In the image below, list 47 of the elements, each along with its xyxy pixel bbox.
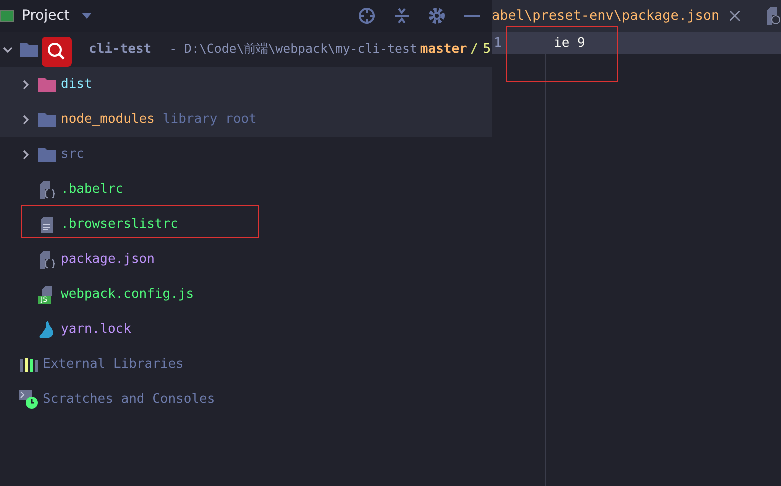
close-icon[interactable] [730,11,740,21]
tree-item-label: yarn.lock [61,322,132,337]
library-icon [20,358,38,372]
tree-item-label: dist [61,77,92,92]
chevron-icon[interactable] [3,44,13,54]
tree-row[interactable]: Scratches and Consoles [0,382,492,417]
project-path: - D:\Code\前端\webpack\my-cli-test [170,41,418,58]
tree-row[interactable]: dist [0,67,492,102]
panel-title[interactable]: Project [22,8,70,24]
tree-item-label: cli-test [89,42,152,57]
tree-item-label: External Libraries [43,357,184,372]
locate-icon[interactable] [358,7,376,25]
text-file-icon [41,216,53,232]
scratches-icon [19,390,39,410]
config-file-icon [39,180,55,198]
branch-separator: / [470,42,478,57]
config-file-icon[interactable] [766,7,780,25]
tree-row[interactable]: yarn.lock [0,312,492,347]
dropdown-caret-icon[interactable] [82,13,92,19]
tree-row[interactable]: External Libraries [0,347,492,382]
line-number: 1 [494,36,503,50]
tree-item-label: Scratches and Consoles [43,392,216,407]
branch-name: master [420,42,468,57]
minimize-icon[interactable] [464,14,480,18]
tree-row[interactable]: .babelrc [0,172,492,207]
chevron-icon[interactable] [21,80,31,90]
code-line: ie 9 [554,36,586,50]
collapse-icon[interactable] [394,7,410,25]
chevron-icon[interactable] [21,114,31,124]
tree-item-label: node_modules [61,112,155,127]
tree-row[interactable]: cli-test - D:\Code\前端\webpack\my-cli-test master / 5 [0,32,492,67]
chevron-icon[interactable] [21,150,31,160]
branch-count: 5 [483,42,492,57]
tree-item-label: .babelrc [61,182,124,197]
tree-item-label: webpack.config.js [61,287,194,302]
tree-row[interactable]: src [0,137,492,172]
tree-row[interactable]: node_modules library root [0,102,492,137]
settings-icon[interactable] [428,7,446,25]
tree-row[interactable]: package.json [0,242,492,277]
tree-item-label: src [61,147,84,162]
window-icon [0,10,14,22]
tree-row[interactable]: .browserslistrc [0,207,492,242]
tree-item-label: package.json [61,252,155,267]
library-root-label: library root [162,112,257,127]
tree-item-label: .browserslistrc [61,217,178,232]
search-icon[interactable] [42,37,72,67]
config-file-icon [39,250,55,268]
